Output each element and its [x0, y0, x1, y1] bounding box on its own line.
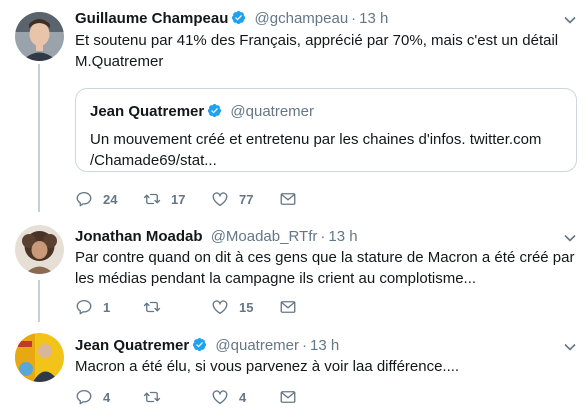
reply-count: 24 — [103, 191, 118, 207]
retweet-button[interactable]: 17 — [143, 190, 211, 208]
tweet[interactable]: Guillaume Champeau @gchampeau · 13 h Et so… — [0, 0, 587, 215]
reply-icon — [76, 389, 92, 405]
reply-icon — [76, 191, 92, 207]
tweet-text: Macron a été élu, si vous parvenez à voi… — [75, 358, 460, 375]
tweet-actions: 1 15 — [75, 297, 347, 317]
reply-count: 1 — [103, 299, 111, 315]
heart-icon — [212, 192, 228, 207]
chevron-down-icon[interactable] — [563, 340, 577, 354]
quoted-tweet[interactable]: Jean Quatremer @quatremer Un mouvement c… — [75, 88, 577, 172]
reply-count: 4 — [103, 389, 111, 405]
quote-author-handle: @quatremer — [230, 103, 314, 120]
avatar[interactable] — [15, 12, 64, 61]
heart-icon — [212, 390, 228, 405]
dm-button[interactable] — [279, 388, 347, 406]
tweet-actions: 24 17 77 — [75, 189, 347, 209]
retweet-count: 17 — [171, 191, 186, 207]
retweet-button[interactable] — [143, 388, 211, 406]
tweet-text: Par contre quand on dit à ces gens que l… — [75, 249, 575, 287]
dm-button[interactable] — [279, 190, 347, 208]
tweet-header: Jean Quatremer @quatremer · 13 h — [75, 337, 339, 355]
chevron-down-icon[interactable] — [563, 231, 577, 245]
verified-badge-icon — [232, 10, 246, 25]
avatar[interactable] — [15, 333, 64, 382]
retweet-icon — [143, 301, 161, 313]
envelope-icon — [280, 193, 296, 205]
retweet-icon — [143, 193, 161, 205]
reply-button[interactable]: 4 — [75, 388, 143, 406]
author-handle[interactable]: @Moadab_RTfr — [211, 228, 318, 245]
tweet-actions: 4 4 — [75, 387, 347, 407]
retweet-button[interactable] — [143, 298, 211, 316]
reply-icon — [76, 299, 92, 315]
envelope-icon — [280, 301, 296, 313]
verified-badge-icon — [193, 337, 207, 352]
author-handle[interactable]: @gchampeau — [255, 10, 349, 27]
avatar[interactable] — [15, 225, 64, 274]
tweet-header: Guillaume Champeau @gchampeau · 13 h — [75, 10, 388, 28]
envelope-icon — [280, 391, 296, 403]
tweet[interactable]: Jonathan Moadab @Moadab_RTfr · 13 h Par co… — [0, 215, 587, 320]
author-name[interactable]: Guillaume Champeau — [75, 10, 228, 27]
chevron-down-icon[interactable] — [563, 13, 577, 27]
like-button[interactable]: 4 — [211, 388, 279, 406]
like-button[interactable]: 15 — [211, 298, 279, 316]
reply-button[interactable]: 24 — [75, 190, 143, 208]
quote-text: Un mouvement créé et entretenu par les c… — [90, 131, 542, 169]
like-count: 77 — [239, 191, 254, 207]
like-button[interactable]: 77 — [211, 190, 279, 208]
like-count: 15 — [239, 299, 254, 315]
dm-button[interactable] — [279, 298, 347, 316]
quote-author-name: Jean Quatremer — [90, 103, 205, 120]
heart-icon — [212, 300, 228, 315]
reply-button[interactable]: 1 — [75, 298, 143, 316]
author-name[interactable]: Jonathan Moadab — [75, 228, 203, 245]
quote-header: Jean Quatremer @quatremer — [90, 103, 314, 121]
author-handle[interactable]: @quatremer — [215, 337, 299, 354]
timestamp[interactable]: 13 h — [328, 228, 357, 245]
tweet-text: Et soutenu par 41% des Français, appréci… — [75, 32, 559, 70]
tweet[interactable]: Jean Quatremer @quatremer · 13 h Macron a … — [0, 322, 587, 411]
timestamp[interactable]: 13 h — [310, 337, 339, 354]
separator-dot: · — [351, 10, 357, 27]
tweet-header: Jonathan Moadab @Moadab_RTfr · 13 h — [75, 228, 358, 246]
retweet-icon — [143, 391, 161, 403]
author-name[interactable]: Jean Quatremer — [75, 337, 189, 354]
timestamp[interactable]: 13 h — [359, 10, 388, 27]
like-count: 4 — [239, 389, 247, 405]
verified-badge-icon — [208, 103, 222, 118]
separator-dot: · — [320, 228, 326, 245]
separator-dot: · — [302, 337, 307, 354]
